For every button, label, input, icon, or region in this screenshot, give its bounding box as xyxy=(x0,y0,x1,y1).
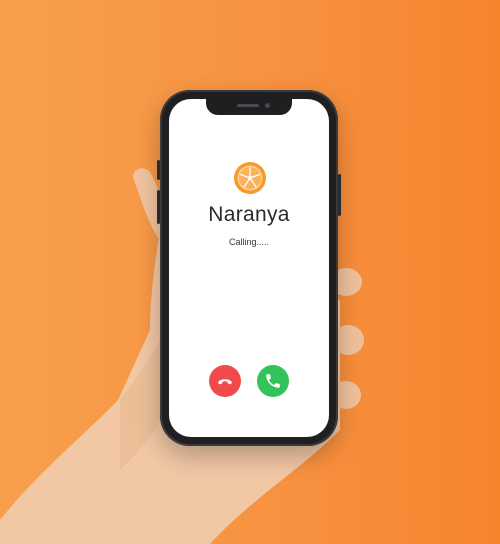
accept-call-button[interactable] xyxy=(257,365,289,397)
orange-slice-logo-icon xyxy=(233,161,267,195)
speaker-grille xyxy=(237,104,259,107)
phone-hangup-icon xyxy=(218,379,232,385)
caller-name: Naranya xyxy=(208,203,290,226)
front-camera xyxy=(265,103,270,108)
volume-button xyxy=(157,190,160,224)
phone-device: Naranya Calling..... xyxy=(157,90,341,446)
phone-icon xyxy=(266,374,280,388)
phone-screen: Naranya Calling..... xyxy=(169,99,329,437)
notch xyxy=(206,99,292,115)
call-status: Calling..... xyxy=(228,237,270,247)
decline-call-button[interactable] xyxy=(209,365,241,397)
mute-switch xyxy=(157,160,160,180)
power-button xyxy=(338,174,341,216)
